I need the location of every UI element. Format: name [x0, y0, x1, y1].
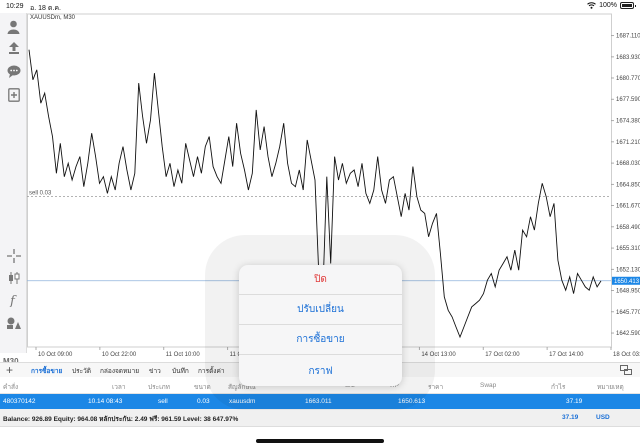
- row-profit: 37.19: [566, 398, 583, 405]
- home-indicator: [256, 439, 384, 443]
- price-tick-label: 1648.950: [616, 289, 640, 295]
- person-icon[interactable]: [5, 19, 22, 35]
- order-action-menu: ปิด ปรับเปลี่ยน การซื้อขาย กราฟ: [239, 265, 402, 386]
- price-tick-label: 1655.310: [616, 246, 640, 252]
- price-tick-label: 1658.490: [616, 225, 640, 231]
- time-tick-label: 10 Oct 22:00: [102, 352, 137, 358]
- close-order-button[interactable]: ปิด: [239, 265, 402, 295]
- chat-icon[interactable]: [5, 63, 22, 79]
- battery-percent: 100%: [599, 2, 617, 9]
- row-type: sell: [158, 398, 168, 405]
- price-tick-label: 1677.590: [616, 97, 640, 103]
- price-tick-label: 1642.590: [616, 331, 640, 337]
- row-time: 10.14 08:43: [88, 398, 123, 405]
- sell-level-label: sell 0.03: [29, 191, 52, 197]
- row-size: 0.03: [197, 398, 210, 405]
- candlestick-icon[interactable]: [5, 270, 22, 286]
- col-order: คำสั่ง: [3, 384, 19, 391]
- function-icon[interactable]: f: [5, 292, 22, 308]
- total-profit: 37.19: [562, 414, 579, 421]
- chart-symbol-label: XAUUSDm, M30: [30, 15, 76, 21]
- col-time: เวลา: [112, 384, 126, 391]
- crosshair-icon[interactable]: [5, 248, 22, 264]
- price-tick-label: 1664.850: [616, 182, 640, 188]
- tab-mailbox[interactable]: กล่องจดหมาย: [100, 366, 139, 376]
- time-tick-label: 17 Oct 14:00: [549, 352, 584, 358]
- balance-row: Balance: 926.89 Equity: 964.08 หลักประกั…: [0, 409, 640, 427]
- status-right: 100%: [587, 2, 636, 9]
- wifi-icon: [587, 2, 596, 9]
- price-tick-label: 1668.030: [616, 161, 640, 167]
- tab-journal[interactable]: บันทึก: [172, 366, 189, 376]
- price-tick-label: 1652.130: [616, 267, 640, 273]
- time-tick-label: 17 Oct 02:00: [485, 352, 520, 358]
- tab-history[interactable]: ประวัติ: [72, 366, 91, 376]
- add-document-icon[interactable]: [5, 87, 22, 103]
- col-type: ประเภท: [148, 384, 170, 391]
- add-order-button[interactable]: +: [6, 363, 13, 377]
- price-tick-label: 1671.210: [616, 140, 640, 146]
- time-tick-label: 18 Oct 03:00: [613, 352, 640, 358]
- account-currency: USD: [596, 414, 610, 421]
- price-tick-label: 1661.670: [616, 204, 640, 210]
- modify-order-button[interactable]: ปรับเปลี่ยน: [239, 295, 402, 325]
- time-tick-label: 11 Oct 10:00: [166, 352, 201, 358]
- battery-icon: [620, 2, 636, 9]
- download-arrow-icon[interactable]: [5, 40, 22, 56]
- objects-icon[interactable]: [5, 315, 22, 331]
- tab-news[interactable]: ข่าว: [149, 366, 161, 376]
- price-tick-label: 1687.110: [616, 34, 640, 40]
- price-tick-label: 1680.770: [616, 76, 640, 82]
- left-toolbar: f: [0, 13, 27, 353]
- svg-text:f: f: [9, 294, 17, 307]
- trade-button[interactable]: การซื้อขาย: [239, 325, 402, 355]
- row-order: 480370142: [3, 398, 36, 405]
- price-tick-label: 1674.380: [616, 119, 640, 125]
- chart-button[interactable]: กราฟ: [239, 356, 402, 386]
- price-tick-label: 1683.930: [616, 55, 640, 61]
- status-bar: 10:29 อ. 18 ต.ค. 100%: [0, 0, 640, 13]
- app-window: 10:29 อ. 18 ต.ค. 100% f 1687.110 1683.93…: [0, 0, 640, 447]
- current-price-label: 1650.413: [614, 279, 640, 285]
- time-tick-label: 10 Oct 09:00: [38, 352, 73, 358]
- balance-summary: Balance: 926.89 Equity: 964.08 หลักประกั…: [3, 416, 239, 423]
- col-comment: หมายเหตุ: [597, 384, 624, 391]
- panel-toggle-icon[interactable]: [620, 365, 632, 375]
- col-swap: Swap: [480, 382, 497, 389]
- status-time: 10:29: [6, 3, 24, 10]
- price-tick-label: 1645.770: [616, 310, 640, 316]
- col-profit: กำไร: [551, 384, 566, 391]
